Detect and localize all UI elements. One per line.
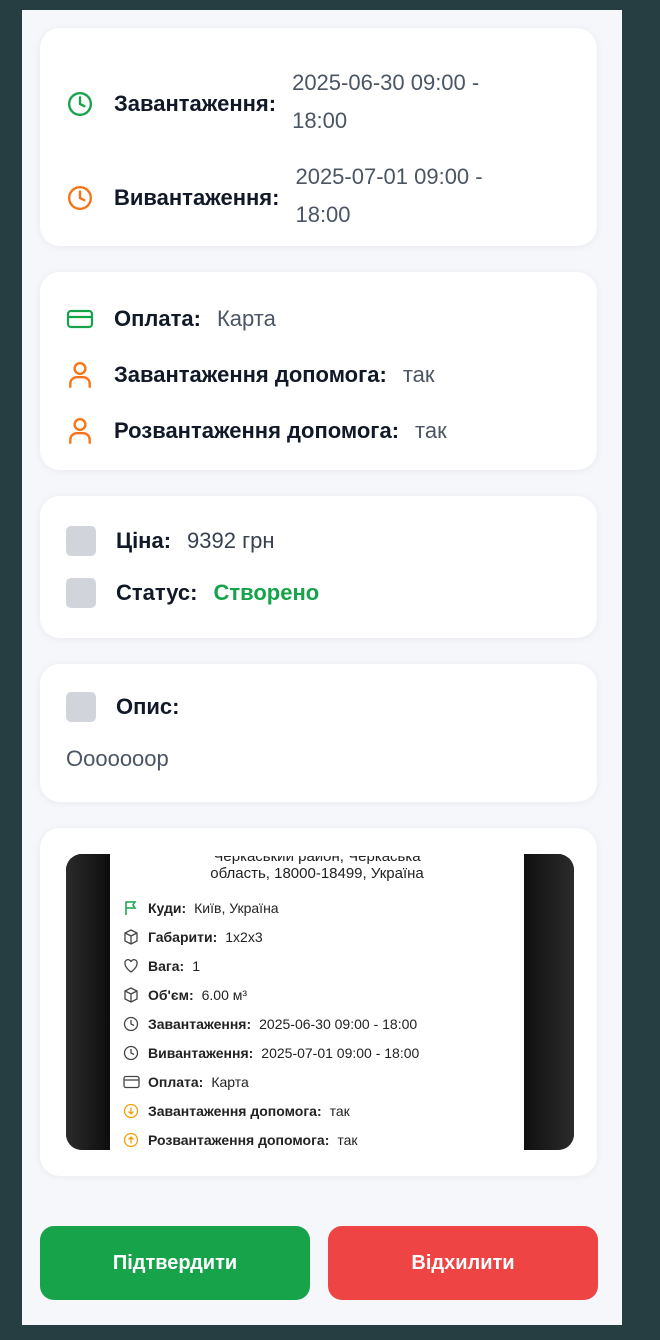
status-row: Статус: Створено xyxy=(66,578,319,608)
schedule-card: Завантаження: 2025-06-30 09:00 - 18:00 В… xyxy=(40,28,597,246)
photo-item-dimensions: Габарити: 1x2x3 xyxy=(122,922,524,951)
user-icon xyxy=(66,417,94,445)
clock-icon xyxy=(66,90,94,118)
description-card: Опис: Ооооооор xyxy=(40,664,597,802)
photo-address-line2: область, 18000-18499, Україна xyxy=(210,865,424,882)
order-details-screen: Завантаження: 2025-06-30 09:00 - 18:00 В… xyxy=(22,10,622,1325)
loading-row: Завантаження: 2025-06-30 09:00 - 18:00 xyxy=(66,68,522,140)
photo-address: Черкаський район, Черкаська область, 180… xyxy=(110,856,524,883)
order-photo[interactable]: Черкаський район, Черкаська область, 180… xyxy=(66,854,574,1150)
description-text: Ооооооор xyxy=(66,746,169,771)
load-help-row: Завантаження допомога: так xyxy=(66,356,435,394)
description-header: Опис: xyxy=(66,692,196,722)
photo-background-left xyxy=(66,854,110,1150)
photo-background-right xyxy=(524,854,574,1150)
photo-item-load-help: Завантаження допомога: так xyxy=(122,1096,524,1125)
scale-icon xyxy=(122,957,140,975)
photo-item-payment: Оплата: Карта xyxy=(122,1067,524,1096)
description-icon xyxy=(66,692,96,722)
arrow-down-circle-icon xyxy=(122,1102,140,1120)
status-label: Статус: xyxy=(116,580,198,605)
load-help-value: так xyxy=(402,362,435,387)
credit-card-icon xyxy=(66,305,94,333)
unloading-value: 2025-07-01 09:00 - 18:00 xyxy=(295,164,483,227)
photo-item-unloading: Вивантаження: 2025-07-01 09:00 - 18:00 xyxy=(122,1038,524,1067)
clock-icon xyxy=(122,1044,140,1062)
clock-icon xyxy=(122,1015,140,1033)
arrow-up-circle-icon xyxy=(122,1131,140,1149)
price-value: 9392 грн xyxy=(187,528,275,553)
reject-button[interactable]: Відхилити xyxy=(328,1226,598,1300)
price-row: Ціна: 9392 грн xyxy=(66,522,275,560)
payment-value: Карта xyxy=(216,306,276,331)
photo-item-volume: Об'єм: 6.00 м³ xyxy=(122,980,524,1009)
unload-help-label: Розвантаження допомога: xyxy=(114,418,400,443)
unloading-row: Вивантаження: 2025-07-01 09:00 - 18:00 xyxy=(66,162,525,234)
photo-card: Черкаський район, Черкаська область, 180… xyxy=(40,828,597,1176)
price-icon xyxy=(66,526,96,556)
user-icon xyxy=(66,361,94,389)
box-icon xyxy=(122,986,140,1004)
loading-label: Завантаження: xyxy=(114,91,277,116)
price-card: Ціна: 9392 грн Статус: Створено xyxy=(40,496,597,638)
photo-item-loading: Завантаження: 2025-06-30 09:00 - 18:00 xyxy=(122,1009,524,1038)
load-help-label: Завантаження допомога: xyxy=(114,362,387,387)
payment-label: Оплата: xyxy=(114,306,201,331)
box-icon xyxy=(122,928,140,946)
unload-help-row: Розвантаження допомога: так xyxy=(66,412,447,450)
photo-item-destination: Куди: Київ, Україна xyxy=(122,893,524,922)
loading-value: 2025-06-30 09:00 - 18:00 xyxy=(292,70,480,133)
photo-address-line1: Черкаський район, Черкаська xyxy=(213,856,421,865)
photo-item-unload-help: Розвантаження допомога: так xyxy=(122,1125,524,1150)
photo-details-list: Куди: Київ, Україна Габарити: 1x2x3 Вага… xyxy=(122,893,524,1150)
status-icon xyxy=(66,578,96,608)
confirm-button[interactable]: Підтвердити xyxy=(40,1226,310,1300)
price-label: Ціна: xyxy=(116,528,172,553)
photo-screen-content: Черкаський район, Черкаська область, 180… xyxy=(110,854,524,1150)
payment-card: Оплата: Карта Завантаження допомога: так… xyxy=(40,272,597,470)
card-icon xyxy=(122,1073,140,1091)
description-label: Опис: xyxy=(116,694,180,719)
clock-icon xyxy=(66,184,94,212)
unload-help-value: так xyxy=(415,418,447,443)
status-badge: Створено xyxy=(213,580,320,605)
unloading-label: Вивантаження: xyxy=(114,185,280,210)
photo-item-weight: Вага: 1 xyxy=(122,951,524,980)
payment-row: Оплата: Карта xyxy=(66,300,276,338)
flag-icon xyxy=(122,899,140,917)
